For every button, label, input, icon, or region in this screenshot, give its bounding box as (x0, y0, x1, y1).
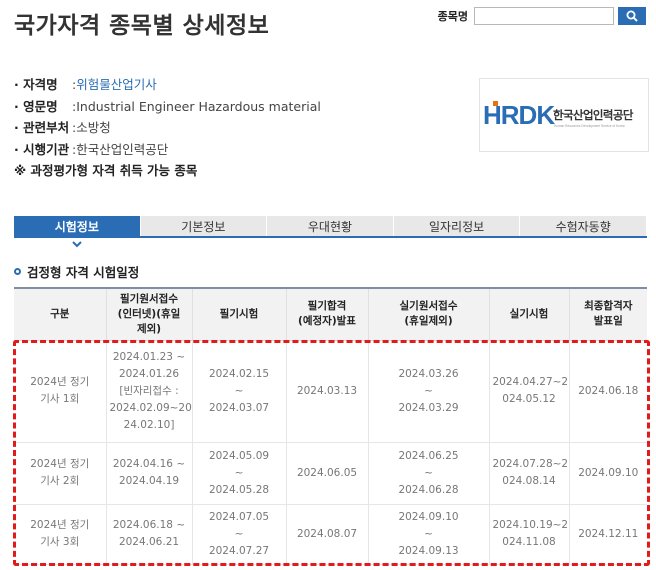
hrdk-logo: HRDK 한국산업인력공단 Human Resources Developmen… (479, 78, 649, 152)
page-title: 국가자격 종목별 상세정보 (14, 13, 270, 39)
course-evaluation-note: ※ 과정평가형 자격 취득 가능 종목 (14, 163, 198, 178)
table-cell: 2024.06.18 ~ 2024.06.21 (106, 504, 193, 565)
info-key: 관련부처 (14, 117, 72, 139)
tab-job-info[interactable]: 일자리정보 (393, 216, 521, 236)
table-cell: 2024년 정기 기사 2회 (14, 442, 107, 505)
table-cell: 2024.09.10 ~ 2024.09.13 (368, 504, 490, 565)
search-icon (626, 10, 638, 22)
info-key: 영문명 (14, 96, 72, 118)
table-cell: 2024.06.05 (286, 442, 369, 505)
logo-subtitle: Human Resources Development Service of K… (554, 124, 625, 128)
info-value: 소방청 (76, 120, 111, 135)
table-cell: 2024.10.19~2 024.11.08 (489, 504, 570, 565)
tab-exam-info[interactable]: 시험정보 (14, 216, 141, 236)
bullet-icon (14, 268, 21, 275)
table-cell: 2024.04.16 ~ 2024.04.19 (106, 442, 193, 505)
table-row: 2024년 정기 기사 1회 2024.01.23 ~ 2024.01.26 [… (14, 340, 647, 443)
info-row-name: 자격명 : 위험물산업기사 (14, 74, 321, 96)
search-button[interactable] (618, 7, 646, 25)
header-written-application: 필기원서접수 (인터넷)(휴일 제외) (106, 287, 193, 341)
table-row: 2024년 정기 기사 3회 2024.06.18 ~ 2024.06.21 2… (14, 504, 647, 565)
info-value: 한국산업인력공단 (76, 141, 169, 157)
table-cell: 2024.08.07 (286, 504, 369, 565)
table-cell: 2024.12.11 (569, 504, 647, 565)
section-title-text: 검정형 자격 시험일정 (27, 265, 140, 280)
info-key: 시행기관 (14, 139, 72, 161)
table-cell: 2024.01.23 ~ 2024.01.26 [빈자리접수 : 2024.02… (106, 340, 193, 443)
table-header-row: 구분 필기원서접수 (인터넷)(휴일 제외) 필기시험 필기합격 (예정자)발표… (14, 287, 647, 341)
table-cell: 2024.07.05 ~ 2024.07.27 (192, 504, 287, 565)
table-cell: 2024.02.15 ~ 2024.03.07 (192, 340, 287, 443)
table-cell: 2024.06.25 ~ 2024.06.28 (368, 442, 490, 505)
header-division: 구분 (14, 287, 107, 341)
table-cell: 2024.03.13 (286, 340, 369, 443)
header-practical-exam: 실기시험 (489, 287, 570, 341)
info-row-agency: 시행기관 : 한국산업인력공단 (14, 139, 321, 161)
search-area: 종목명 (438, 7, 646, 25)
exam-schedule-table: 구분 필기원서접수 (인터넷)(휴일 제외) 필기시험 필기합격 (예정자)발표… (14, 287, 647, 565)
tab-examinee-trends[interactable]: 수험자동향 (520, 216, 647, 236)
qualification-name-link[interactable]: 위험물산업기사 (76, 74, 157, 96)
header-practical-application: 실기원서접수 (휴일제외) (368, 287, 490, 341)
info-row-ministry: 관련부처 : 소방청 (14, 117, 321, 139)
table-cell: 2024.06.18 (569, 340, 647, 443)
tab-basic-info[interactable]: 기본정보 (140, 216, 268, 236)
table-cell: 2024.05.09 ~ 2024.05.28 (192, 442, 287, 505)
table-cell: 2024년 정기 기사 1회 (14, 340, 107, 443)
table-row: 2024년 정기 기사 2회 2024.04.16 ~ 2024.04.19 2… (14, 442, 647, 505)
section-title: 검정형 자격 시험일정 (14, 262, 139, 281)
table-cell: 2024.04.27~2 024.05.12 (489, 340, 570, 443)
hrdk-logo-graphic: HRDK 한국산업인력공단 Human Resources Developmen… (483, 100, 634, 130)
header-written-exam: 필기시험 (192, 287, 287, 341)
logo-name: 한국산업인력공단 (553, 108, 634, 122)
search-label: 종목명 (437, 10, 468, 23)
search-input[interactable] (474, 7, 614, 25)
chevron-down-icon (72, 241, 82, 248)
info-row-english-name: 영문명 : Industrial Engineer Hazardous mate… (14, 96, 321, 118)
header-final-result: 최종합격자 발표일 (569, 287, 647, 341)
table-cell: 2024.07.28~2 024.08.14 (489, 442, 570, 505)
qualification-info: 자격명 : 위험물산업기사 영문명 : Industrial Engineer … (14, 74, 321, 182)
header-written-result: 필기합격 (예정자)발표 (286, 287, 369, 341)
tab-preference[interactable]: 우대현황 (267, 216, 394, 236)
info-tabs: 시험정보 기본정보 우대현황 일자리정보 수험자동향 (14, 216, 647, 238)
table-cell: 2024.03.26 ~ 2024.03.29 (368, 340, 490, 443)
table-cell: 2024년 정기 기사 3회 (14, 504, 107, 565)
info-key: 자격명 (14, 74, 72, 96)
table-cell: 2024.09.10 (569, 442, 647, 505)
info-value: Industrial Engineer Hazardous material (76, 98, 321, 114)
